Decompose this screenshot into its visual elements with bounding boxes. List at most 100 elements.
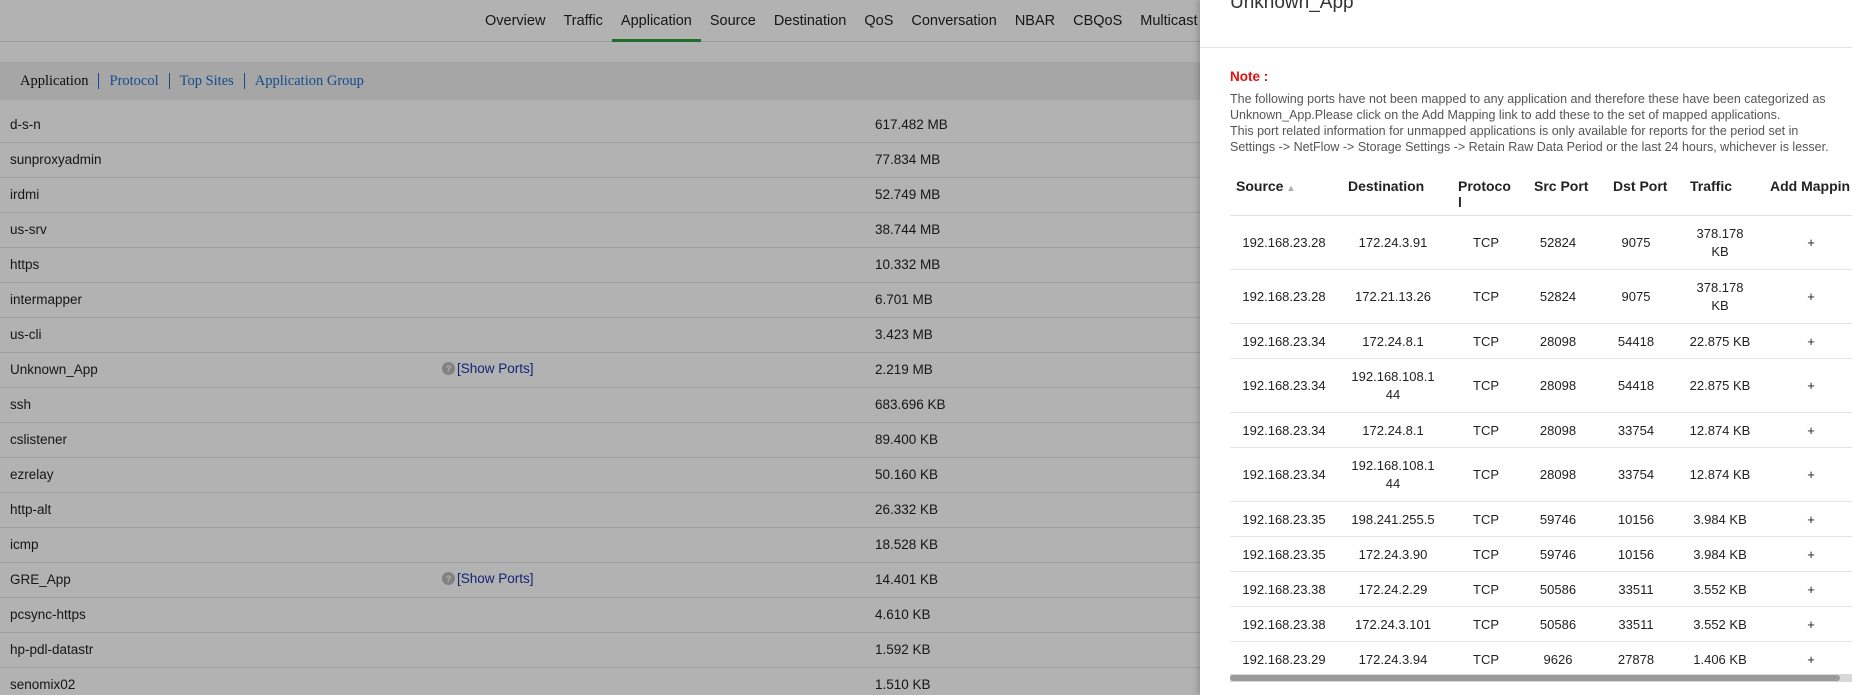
modal-overlay[interactable] <box>0 0 1200 695</box>
cell-destination-line: 44 <box>1385 387 1401 402</box>
cell-source: 192.168.23.34 <box>1242 334 1326 349</box>
cell-dst-port: 9075 <box>1621 289 1651 304</box>
add-mapping-button[interactable]: + <box>1786 422 1836 440</box>
horizontal-scrollbar[interactable] <box>1230 674 1852 682</box>
header-src-port[interactable]: Src Port <box>1534 178 1588 194</box>
cell-protocol: TCP <box>1473 547 1499 562</box>
cell-source: 192.168.23.34 <box>1242 423 1326 438</box>
cell-destination: 172.24.3.91 <box>1358 235 1428 250</box>
cell-destination: 198.241.255.5 <box>1351 512 1435 527</box>
add-mapping-button[interactable]: + <box>1786 616 1836 634</box>
cell-destination-line: 192.168.108.1 <box>1351 369 1435 384</box>
add-mapping-button[interactable]: + <box>1786 377 1836 395</box>
cell-src-port: 59746 <box>1539 547 1577 562</box>
cell-protocol: TCP <box>1473 378 1499 393</box>
cell-traffic: 12.874 KB <box>1689 423 1751 438</box>
table-row: 192.168.23.35 198.241.255.5 TCP 59746 10156 3… <box>1230 502 1852 537</box>
unknown-app-panel: Unknown_App Note : The following ports h… <box>1200 0 1852 695</box>
cell-protocol: TCP <box>1473 467 1499 482</box>
table-row: 192.168.23.28 172.24.3.91 TCP 52824 9075 378.… <box>1230 216 1852 270</box>
cell-source: 192.168.23.28 <box>1242 289 1326 304</box>
add-mapping-button[interactable]: + <box>1786 651 1836 669</box>
cell-destination: 192.168.108.1 44 <box>1336 368 1450 404</box>
header-protocol-line: l <box>1458 194 1462 210</box>
table-row: 192.168.23.34 192.168.108.1 44 TCP 28098 3375… <box>1230 448 1852 502</box>
add-mapping-button[interactable]: + <box>1786 581 1836 599</box>
cell-protocol: TCP <box>1473 334 1499 349</box>
cell-dst-port: 10156 <box>1617 512 1655 527</box>
header-source-label: Source <box>1236 178 1284 194</box>
table-row: 192.168.23.34 192.168.108.1 44 TCP 28098 5441… <box>1230 359 1852 413</box>
cell-traffic-line: 378.178 <box>1696 280 1744 295</box>
cell-destination-line: 44 <box>1385 476 1401 491</box>
cell-protocol: TCP <box>1473 652 1499 667</box>
cell-traffic: 378.178 KB <box>1678 225 1762 261</box>
table-row: 192.168.23.34 172.24.8.1 TCP 28098 33754 12.8… <box>1230 413 1852 448</box>
header-destination[interactable]: Destination <box>1348 178 1424 194</box>
cell-destination: 172.24.3.94 <box>1358 652 1428 667</box>
cell-destination: 172.24.8.1 <box>1362 423 1424 438</box>
table-row: 192.168.23.38 172.24.2.29 TCP 50586 33511 3.5… <box>1230 572 1852 607</box>
cell-traffic: 378.178 KB <box>1678 279 1762 315</box>
header-traffic[interactable]: Traffic <box>1690 178 1732 194</box>
cell-dst-port: 54418 <box>1617 378 1655 393</box>
add-mapping-button[interactable]: + <box>1786 511 1836 529</box>
cell-protocol: TCP <box>1473 617 1499 632</box>
cell-src-port: 28098 <box>1539 423 1577 438</box>
cell-protocol: TCP <box>1473 582 1499 597</box>
sort-icon[interactable]: ▲ <box>1286 183 1295 193</box>
cell-traffic-line: KB <box>1711 298 1729 313</box>
cell-dst-port: 9075 <box>1621 235 1651 250</box>
cell-destination: 172.24.3.90 <box>1358 547 1428 562</box>
cell-destination: 172.24.8.1 <box>1362 334 1424 349</box>
cell-traffic: 3.984 KB <box>1693 547 1747 562</box>
note-label: Note : <box>1230 69 1269 84</box>
cell-src-port: 52824 <box>1539 235 1577 250</box>
cell-destination-line: 192.168.108.1 <box>1351 458 1435 473</box>
header-protocol-line: Protoco <box>1458 178 1511 194</box>
cell-dst-port: 33511 <box>1618 582 1654 597</box>
scrollbar-thumb[interactable] <box>1230 675 1840 681</box>
cell-src-port: 28098 <box>1539 334 1577 349</box>
cell-source: 192.168.23.34 <box>1242 378 1326 393</box>
cell-traffic-line: 378.178 <box>1696 226 1744 241</box>
table-header: Source ▲ Destination Protoco l Src Port Ds… <box>1230 168 1852 216</box>
cell-dst-port: 54418 <box>1617 334 1655 349</box>
table-row: 192.168.23.29 172.24.3.94 TCP 9626 27878 1.40… <box>1230 642 1852 677</box>
cell-source: 192.168.23.29 <box>1242 652 1326 667</box>
add-mapping-button[interactable]: + <box>1786 288 1836 306</box>
cell-src-port: 50586 <box>1539 582 1577 597</box>
cell-traffic: 3.552 KB <box>1693 617 1747 632</box>
cell-destination: 192.168.108.1 44 <box>1336 457 1450 493</box>
cell-src-port: 28098 <box>1539 378 1577 393</box>
header-protocol[interactable]: Protoco l <box>1458 178 1511 210</box>
header-source[interactable]: Source ▲ <box>1236 178 1295 194</box>
cell-traffic: 22.875 KB <box>1689 378 1751 393</box>
cell-dst-port: 10156 <box>1617 547 1655 562</box>
cell-traffic: 12.874 KB <box>1689 467 1751 482</box>
cell-protocol: TCP <box>1473 235 1499 250</box>
cell-source: 192.168.23.35 <box>1242 512 1326 527</box>
add-mapping-button[interactable]: + <box>1786 546 1836 564</box>
cell-source: 192.168.23.28 <box>1242 235 1326 250</box>
cell-dst-port: 33754 <box>1617 467 1655 482</box>
cell-traffic-line: KB <box>1711 244 1729 259</box>
add-mapping-button[interactable]: + <box>1786 333 1836 351</box>
cell-protocol: TCP <box>1473 512 1499 527</box>
table-row: 192.168.23.35 172.24.3.90 TCP 59746 10156 3.9… <box>1230 537 1852 572</box>
header-add-mapping: Add Mappin <box>1770 178 1851 194</box>
cell-traffic: 22.875 KB <box>1689 334 1751 349</box>
add-mapping-button[interactable]: + <box>1786 466 1836 484</box>
panel-divider <box>1200 47 1852 48</box>
cell-source: 192.168.23.35 <box>1242 547 1326 562</box>
header-dst-port[interactable]: Dst Port <box>1613 178 1667 194</box>
add-mapping-button[interactable]: + <box>1786 234 1836 252</box>
cell-dst-port: 33511 <box>1618 617 1654 632</box>
cell-dst-port: 27878 <box>1617 652 1655 667</box>
cell-destination: 172.21.13.26 <box>1355 289 1431 304</box>
table-row: 192.168.23.34 172.24.8.1 TCP 28098 54418 22.8… <box>1230 324 1852 359</box>
panel-title: Unknown_App <box>1230 0 1354 13</box>
cell-src-port: 28098 <box>1539 467 1577 482</box>
cell-protocol: TCP <box>1473 423 1499 438</box>
note-line: Settings -> NetFlow -> Storage Settings … <box>1230 140 1829 154</box>
